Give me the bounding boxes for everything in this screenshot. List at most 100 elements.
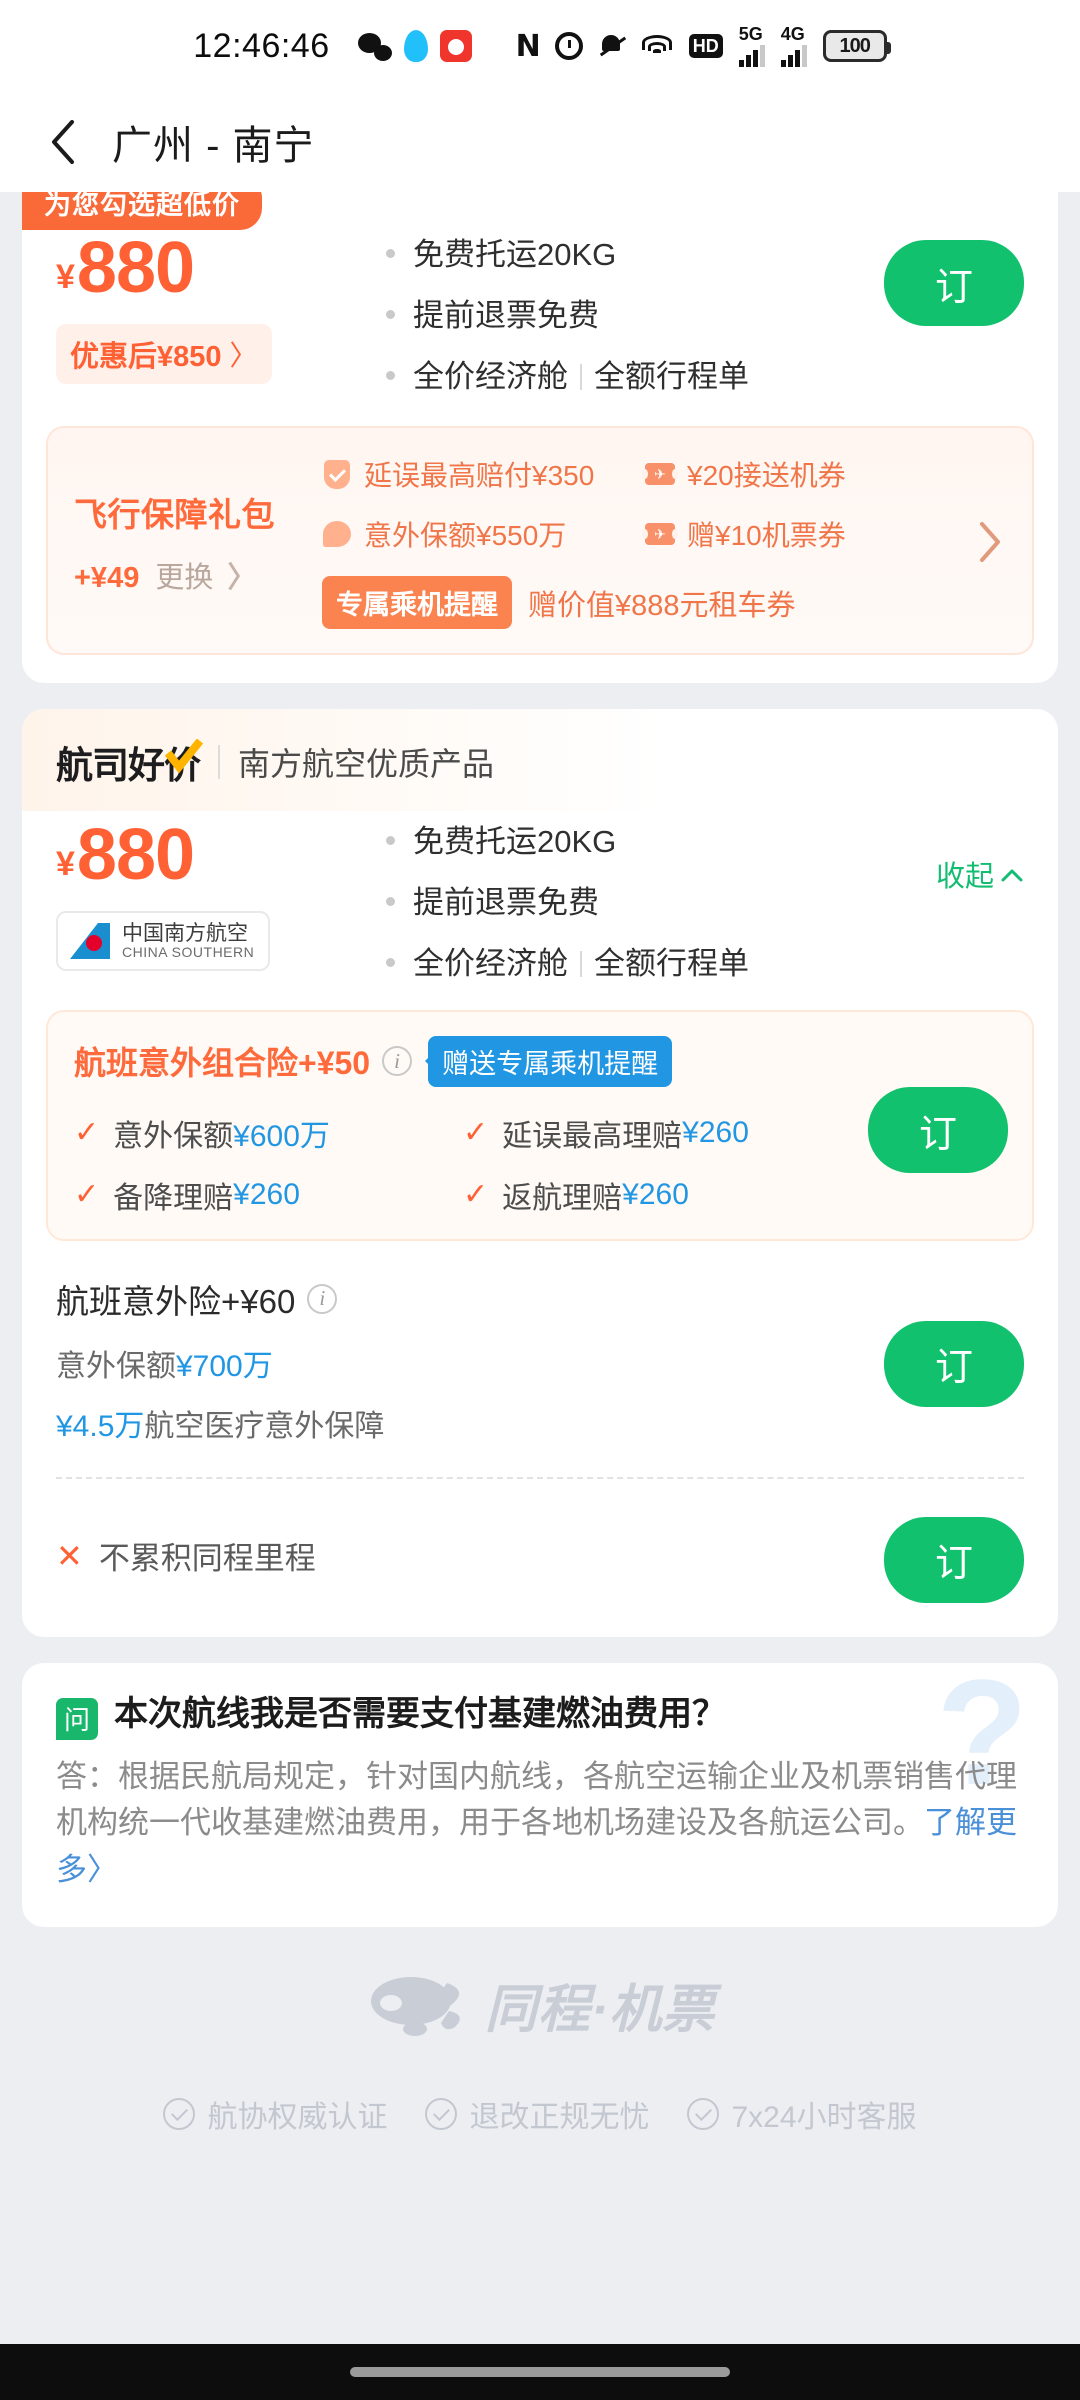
feature-text-left: 全价经济舱 (413, 945, 568, 981)
line1-label: 意外保额 (56, 1349, 176, 1383)
back-chevron-icon[interactable] (36, 115, 90, 169)
footer-item-label: 航协权威认证 (207, 2101, 388, 2134)
info-icon[interactable]: i (382, 1046, 413, 1076)
insurance-plain-title-row: 航班意外险+¥60 i (56, 1275, 874, 1323)
airline-chip: 中国南方航空 CHINA SOUTHERN (56, 911, 271, 972)
line2-label: 航空医疗意外保障 (144, 1409, 385, 1443)
gift-change-label[interactable]: 更换 (155, 562, 213, 594)
insurance-item: ✓ 意外保额 ¥600万 (74, 1111, 463, 1155)
insurance-combo-block: 航班意外组合险+¥50 i 赠送专属乘机提醒 ✓ 意外保额 ¥600万 ✓ 延误最高理… (46, 1009, 1034, 1241)
insurance-combo-title: 航班意外组合险+¥50 (74, 1045, 371, 1081)
collapse-toggle[interactable]: 收起 (936, 853, 1024, 895)
gift-benefit-item: ✈ 赠¥10机票券 (642, 514, 968, 554)
rednote-icon (439, 30, 472, 62)
insurance-plain-line2: ¥4.5万航空医疗意外保障 (56, 1401, 874, 1445)
fare-features-1: 免费托运20KG 提前退票免费 全价经济舱 全额行程单 (366, 232, 874, 396)
footer-assurances: 航协权威认证 退改正规无忧 7x24小时客服 (22, 2092, 1058, 2136)
scroll-content[interactable]: 为您勾选超低价 ¥ 880 优惠后¥850 〉 免费托运20KG 提前退票免费 (0, 192, 1080, 2400)
fare-price-block-1: ¥ 880 优惠后¥850 〉 (56, 232, 366, 384)
status-time: 12:46:46 (193, 26, 330, 65)
umbrella-icon (322, 519, 352, 549)
currency-symbol: ¥ (56, 258, 75, 296)
wifi-icon (641, 33, 673, 59)
fare-price-1: ¥ 880 (56, 232, 366, 304)
feature-text-right: 全额行程单 (594, 358, 749, 394)
signal-5g-label: 5G (738, 24, 763, 44)
insurance-item-value: ¥260 (233, 1177, 300, 1211)
wechat-icon (357, 31, 392, 61)
faq-question: 本次航线我是否需要支付基建燃油费用？ (114, 1694, 726, 1733)
gift-benefit-item: ✈ ¥20接送机券 (642, 454, 968, 494)
book-button[interactable]: 订 (868, 1087, 1008, 1173)
info-icon[interactable]: i (307, 1283, 338, 1314)
feature-text: 免费托运20KG (413, 824, 617, 860)
bullet-dot-icon (386, 897, 395, 906)
shield-icon (322, 459, 352, 489)
chevron-right-icon: 〉 (227, 561, 257, 594)
faq-question-row: 问 本次航线我是否需要支付基建燃油费用？ (56, 1693, 1024, 1740)
signal-4g-label: 4G (780, 24, 805, 44)
feature-item: 提前退票免费 (386, 884, 936, 923)
divider (580, 363, 582, 390)
book-button[interactable]: 订 (884, 1516, 1024, 1603)
check-circle-icon (425, 2098, 458, 2130)
insurance-item: ✓ 延误最高理赔 ¥260 (463, 1111, 852, 1155)
bullet-dot-icon (386, 309, 395, 319)
gift-price-row: +¥49 更换 〉 (74, 554, 322, 596)
logo-mark (365, 1973, 477, 2037)
signal-4g-icon: 4G (780, 24, 807, 67)
faq-answer-text: 答：根据民航局规定，针对国内航线，各航空运输企业及机票销售代理机构统一代收基建燃… (56, 1758, 1017, 1841)
feature-item: 全价经济舱 全额行程单 (386, 945, 936, 984)
feature-item: 免费托运20KG (386, 823, 936, 862)
miles-text: 不累积同程里程 (98, 1541, 316, 1576)
insurance-item-label: 延误最高理赔 (502, 1119, 683, 1153)
fare-features-2: 免费托运20KG 提前退票免费 全价经济舱 全额行程单 (366, 819, 936, 983)
footer-item: 退改正规无忧 (425, 2092, 649, 2136)
divider (580, 950, 582, 977)
line1-value: ¥700万 (176, 1349, 273, 1383)
logo-wordmark: 同程·机票 (484, 1981, 716, 2039)
feature-text-left: 全价经济舱 (413, 358, 568, 394)
gesture-bar[interactable] (0, 2344, 1080, 2400)
gift-price: +¥49 (74, 561, 140, 594)
feature-item: 全价经济舱 全额行程单 (386, 358, 874, 397)
badge-subtitle: 南方航空优质产品 (238, 746, 495, 783)
fare-card-1: 为您勾选超低价 ¥ 880 优惠后¥850 〉 免费托运20KG 提前退票免费 (22, 192, 1058, 684)
faq-card: ? 问 本次航线我是否需要支付基建燃油费用？ 答：根据民航局规定，针对国内航线，… (22, 1662, 1058, 1927)
footer-item: 航协权威认证 (163, 2092, 387, 2136)
feature-text: 提前退票免费 (413, 885, 599, 920)
gift-title: 飞行保障礼包 (74, 495, 275, 533)
gift-benefits: 延误最高赔付¥350 ✈ ¥20接送机券 意外保额¥550万 ✈ 赠¥10机票券 专… (322, 454, 968, 630)
coupon-icon: ✈ (642, 519, 678, 549)
gift-bottom-row: 专属乘机提醒 赠价值¥888元租车券 (322, 576, 968, 630)
gift-bottom-text: 赠价值¥888元租车券 (528, 589, 796, 622)
book-button[interactable]: 订 (884, 240, 1024, 326)
footer-item-label: 退改正规无忧 (469, 2101, 650, 2134)
gift-benefit-item: 延误最高赔付¥350 (322, 454, 645, 494)
signal-5g-icon: 5G (738, 24, 765, 67)
feature-text: 提前退票免费 (413, 297, 599, 333)
alarm-icon (554, 32, 583, 60)
footer-item-label: 7x24小时客服 (731, 2101, 917, 2134)
insurance-item-value: ¥600万 (233, 1119, 330, 1153)
check-icon: ✓ (463, 1116, 489, 1149)
flight-protection-gift[interactable]: 飞行保障礼包 +¥49 更换 〉 延误最高赔付¥350 ✈ ¥20接送机券 意外保… (46, 426, 1034, 656)
check-circle-icon (687, 2098, 720, 2130)
discount-pill-1[interactable]: 优惠后¥850 〉 (56, 324, 272, 384)
gift-benefit-text: ¥20接送机券 (687, 460, 846, 492)
feature-item: 提前退票免费 (386, 297, 874, 336)
battery-level: 100 (839, 34, 871, 57)
insurance-item: ✓ 备降理赔 ¥260 (74, 1173, 463, 1217)
feature-item: 免费托运20KG (386, 236, 874, 275)
currency-symbol: ¥ (56, 845, 75, 884)
feature-text-split: 全价经济舱 全额行程单 (413, 945, 749, 984)
book-button[interactable]: 订 (884, 1320, 1024, 1407)
battery-icon: 100 (822, 30, 891, 62)
insurance-item-value: ¥260 (622, 1177, 689, 1211)
fare-row-2: ¥ 880 中国南方航空 CHINA SOUTHERN 免费托运20KG 提前退… (22, 811, 1058, 1009)
fare-price-2: ¥ 880 (56, 819, 366, 891)
chevron-up-icon (1000, 858, 1024, 891)
divider (218, 745, 220, 780)
chevron-right-icon[interactable] (968, 520, 1012, 564)
airline-name: 中国南方航空 CHINA SOUTHERN (122, 922, 254, 960)
